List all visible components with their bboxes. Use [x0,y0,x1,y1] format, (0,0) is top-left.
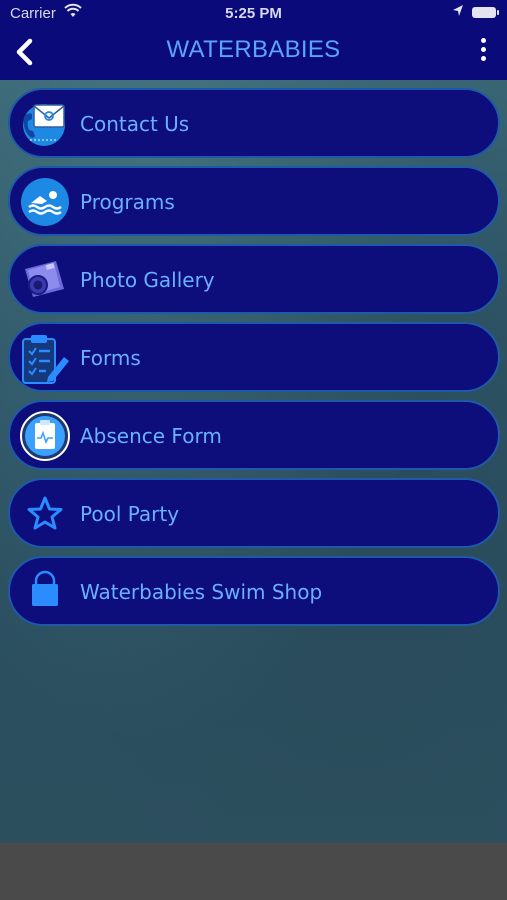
status-time: 5:25 PM [225,5,282,22]
menu-item-programs[interactable]: Programs [8,166,500,236]
status-bar: Carrier 5:25 PM [0,0,507,28]
menu-item-label: Pool Party [80,502,180,526]
contact-icon [20,99,68,147]
shopping-bag-icon [20,567,68,615]
navigation-bar: Carrier 5:25 PM WATERBABIES [0,0,507,80]
menu-item-contact-us[interactable]: Contact Us [8,88,500,158]
menu-item-label: Waterbabies Swim Shop [80,580,323,604]
menu-item-forms[interactable]: Forms [8,322,500,392]
location-arrow-icon [452,4,464,22]
bottom-bar [0,843,507,900]
clipboard-pencil-icon [20,333,69,384]
menu-item-label: Programs [80,190,175,214]
clipboard-heartbeat-icon [20,411,70,461]
menu-item-absence-form[interactable]: Absence Form [8,400,500,470]
swimmer-icon [20,177,69,226]
menu-item-waterbabies-swim-shop[interactable]: Waterbabies Swim Shop [8,556,500,626]
camera-icon [20,255,68,303]
more-options-button[interactable] [472,38,494,66]
main-menu: Contact Us Programs Photo Gallery Forms … [8,88,500,634]
battery-icon [472,7,499,18]
menu-item-pool-party[interactable]: Pool Party [8,478,500,548]
menu-item-label: Photo Gallery [80,268,215,292]
menu-item-label: Contact Us [80,112,190,136]
star-icon [20,489,68,537]
page-title: WATERBABIES [166,36,341,63]
menu-item-label: Absence Form [80,424,222,448]
more-vertical-icon [480,38,486,43]
menu-item-photo-gallery[interactable]: Photo Gallery [8,244,500,314]
menu-item-label: Forms [80,346,141,370]
